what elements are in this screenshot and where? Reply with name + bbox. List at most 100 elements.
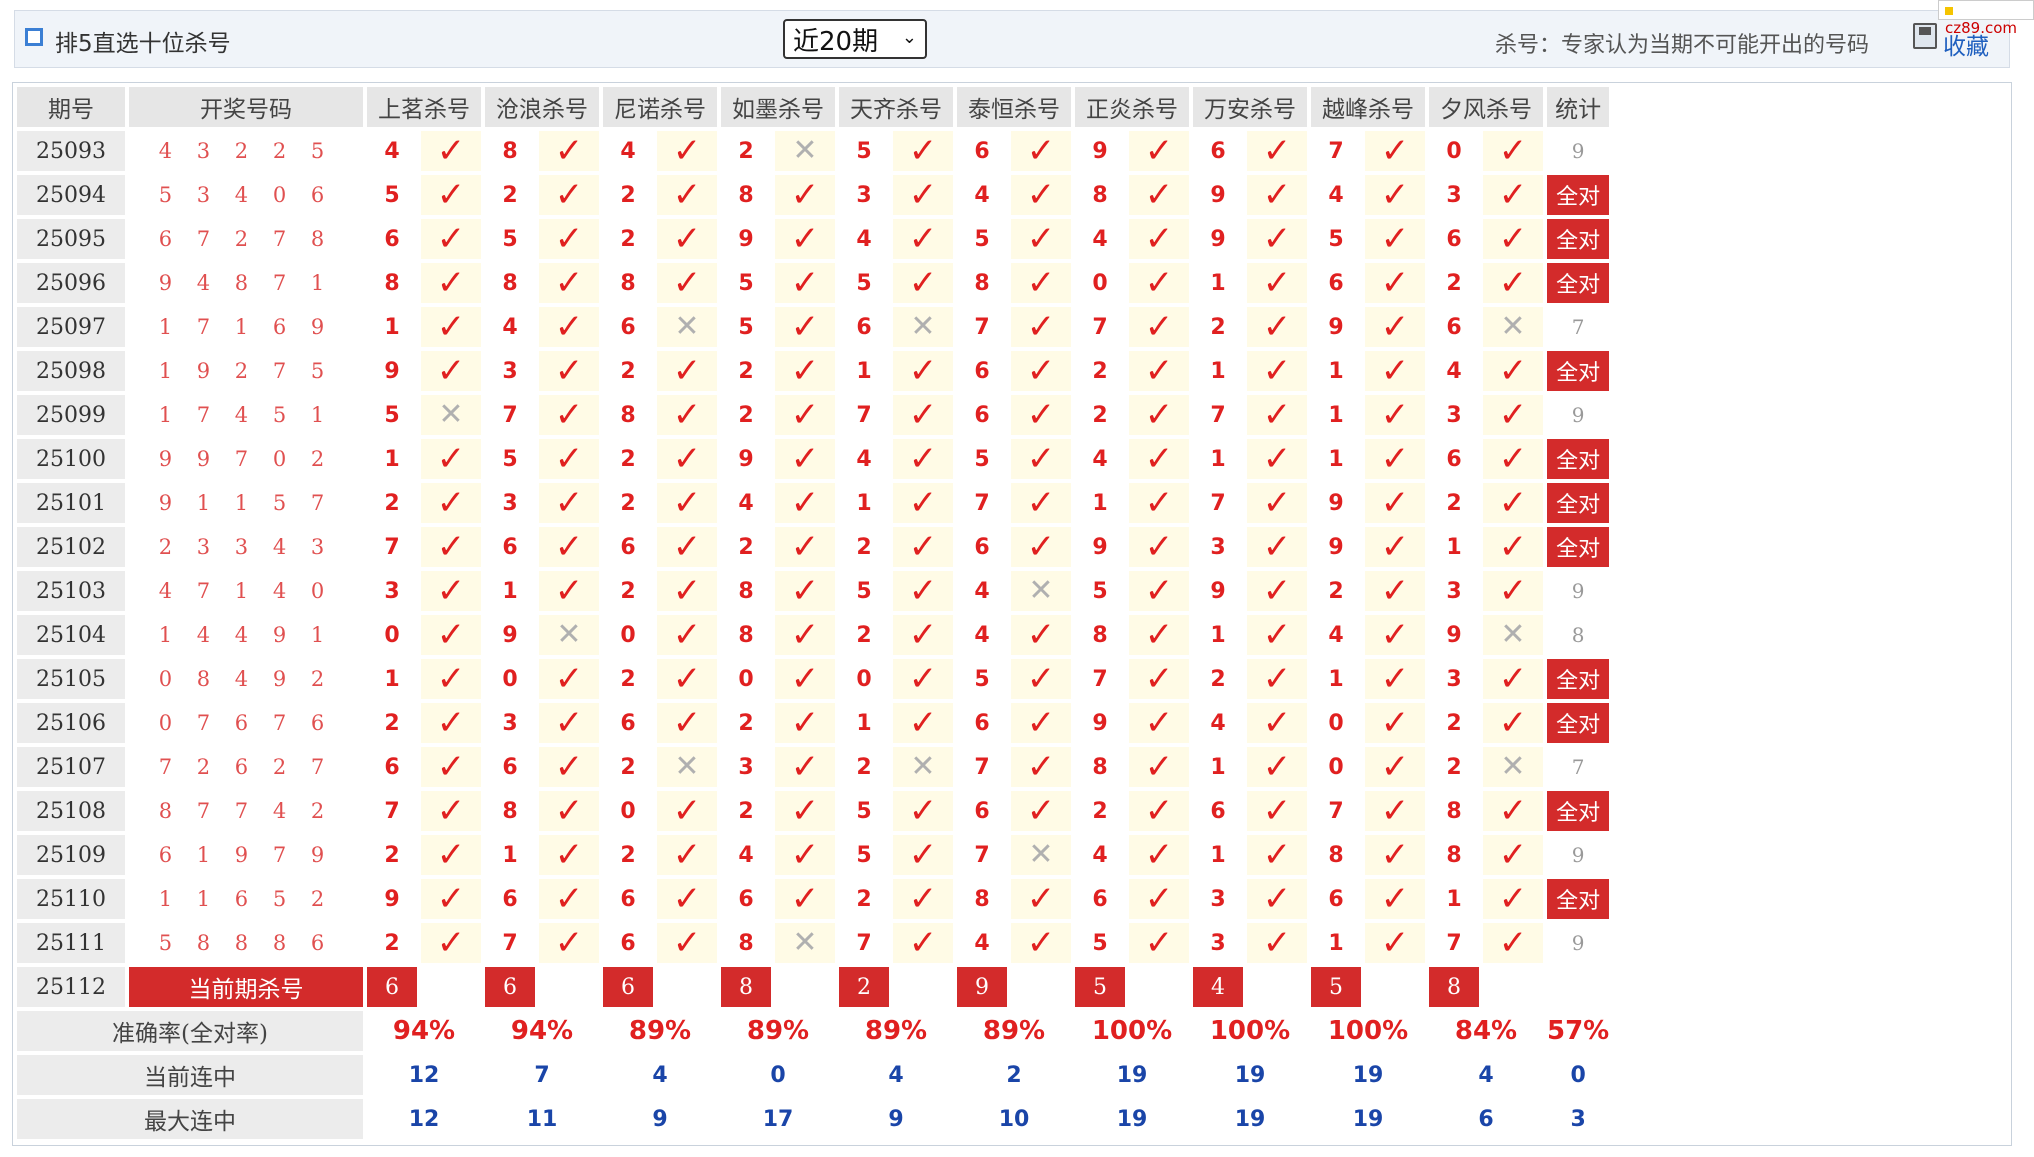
- check-icon: ✓: [1144, 703, 1174, 743]
- issue-cell: 25097: [17, 307, 125, 347]
- check-icon: ✓: [1380, 571, 1410, 611]
- hit-mark-cell: ✓: [775, 527, 835, 567]
- kill-number-cell: 8: [721, 175, 771, 215]
- kill-number-cell: 8: [957, 879, 1007, 919]
- kill-number-cell: 3: [1193, 923, 1243, 963]
- hit-mark-cell: ✓: [893, 175, 953, 215]
- check-icon: ✓: [1498, 439, 1528, 479]
- kill-number-cell: 6: [957, 703, 1007, 743]
- check-icon: ✓: [436, 791, 466, 831]
- check-icon: ✓: [1262, 395, 1292, 435]
- kill-number-cell: 2: [839, 527, 889, 567]
- kill-number-cell: 6: [957, 131, 1007, 171]
- issue-cell: 25108: [17, 791, 125, 831]
- check-icon: ✓: [1262, 747, 1292, 787]
- hit-mark-cell: ✓: [1129, 571, 1189, 611]
- draw-number-cell: 6 7 2 7 8: [129, 219, 363, 259]
- hit-mark-cell: ✓: [893, 219, 953, 259]
- kill-number-cell: 9: [485, 615, 535, 655]
- check-icon: ✓: [790, 615, 820, 655]
- kill-number-cell: 9: [367, 879, 417, 919]
- hit-mark-cell: ✓: [1247, 175, 1307, 215]
- check-icon: ✓: [790, 439, 820, 479]
- check-icon: ✓: [554, 703, 584, 743]
- kill-number-cell: 6: [1429, 219, 1479, 259]
- check-icon: ✓: [1380, 395, 1410, 435]
- check-icon: ✓: [908, 527, 938, 567]
- issue-cell: 25110: [17, 879, 125, 919]
- hit-mark-cell: ✓: [539, 219, 599, 259]
- kill-number-cell: 7: [1429, 923, 1479, 963]
- hit-mark-cell: ✓: [893, 395, 953, 435]
- check-icon: ✓: [1498, 351, 1528, 391]
- issue-cell: 25106: [17, 703, 125, 743]
- kill-number-cell: 1: [1429, 879, 1479, 919]
- kill-number-cell: 4: [721, 483, 771, 523]
- kill-number-cell: 5: [721, 307, 771, 347]
- kill-number-cell: 7: [485, 923, 535, 963]
- hit-mark-cell: ✓: [1129, 659, 1189, 699]
- hit-mark-cell: ✓: [775, 659, 835, 699]
- check-icon: ✓: [554, 219, 584, 259]
- check-icon: ✓: [1262, 351, 1292, 391]
- check-icon: ✓: [790, 307, 820, 347]
- kill-number-cell: 8: [485, 263, 535, 303]
- kill-number-cell: 6: [367, 747, 417, 787]
- kill-number-cell: 3: [1429, 175, 1479, 215]
- brand-badge: cz89.com: [1938, 0, 2034, 37]
- table-row: 25106 0 7 6 7 6 2 ✓ 3 ✓ 6 ✓ 2 ✓ 1 ✓ 6 ✓ 9 ✓ 4 ✓ 0 ✓ 2 ✓ 全对: [17, 703, 1610, 743]
- col-header-stats: 统计: [1547, 87, 1610, 127]
- kill-number-cell: 2: [367, 703, 417, 743]
- table-row: 25097 1 7 1 6 9 1 ✓ 4 ✓ 6 ✕ 5 ✓ 6 ✕ 7 ✓ 7 ✓ 2 ✓ 9 ✓ 6 ✕ 7: [17, 307, 1610, 347]
- kill-number-cell: 8: [1075, 615, 1125, 655]
- check-icon: ✓: [1380, 923, 1410, 963]
- table-row: 25109 6 1 9 7 9 2 ✓ 1 ✓ 2 ✓ 4 ✓ 5 ✓ 7 ✕ 4 ✓ 1 ✓ 8 ✓ 8 ✓ 9: [17, 835, 1610, 875]
- draw-number-cell: 1 7 4 5 1: [129, 395, 363, 435]
- check-icon: ✓: [790, 351, 820, 391]
- hit-mark-cell: ✓: [1365, 263, 1425, 303]
- kill-number-cell: 7: [367, 791, 417, 831]
- hit-mark-cell: ✓: [1129, 835, 1189, 875]
- hit-mark-cell: ✓: [1365, 351, 1425, 391]
- hit-mark-cell: ✓: [1247, 483, 1307, 523]
- hit-mark-cell: ✓: [539, 527, 599, 567]
- hit-mark-cell: ✓: [775, 351, 835, 391]
- max-streak-row: 最大连中 12 11 9 17 9 10 19 19 19 6 3: [17, 1099, 1610, 1139]
- kill-number-cell: 2: [603, 747, 653, 787]
- max-streak-row-total: 3: [1547, 1099, 1610, 1139]
- issue-cell: 25107: [17, 747, 125, 787]
- current-blank-cell: [1247, 967, 1307, 1007]
- hit-mark-cell: ✓: [421, 219, 481, 259]
- draw-number-cell: 5 3 4 0 6: [129, 175, 363, 215]
- hit-mark-cell: ✓: [775, 307, 835, 347]
- check-icon: ✓: [554, 879, 584, 919]
- kill-number-cell: 6: [1075, 879, 1125, 919]
- check-icon: ✓: [1144, 571, 1174, 611]
- check-icon: ✓: [1498, 923, 1528, 963]
- kill-number-cell: 2: [603, 483, 653, 523]
- miss-mark-cell: ✕: [1011, 571, 1071, 611]
- check-icon: ✓: [436, 659, 466, 699]
- miss-mark-cell: ✕: [657, 307, 717, 347]
- cross-icon: ✕: [674, 749, 700, 784]
- kill-number-cell: 4: [839, 439, 889, 479]
- check-icon: ✓: [790, 703, 820, 743]
- kill-number-cell: 2: [721, 527, 771, 567]
- check-icon: ✓: [1144, 351, 1174, 391]
- check-icon: ✓: [672, 571, 702, 611]
- hit-mark-cell: ✓: [1129, 175, 1189, 215]
- period-select[interactable]: 近20期 ⌄: [783, 19, 927, 59]
- kill-number-cell: 2: [721, 791, 771, 831]
- kill-number-cell: 5: [1075, 571, 1125, 611]
- kill-number-cell: 5: [839, 791, 889, 831]
- check-icon: ✓: [554, 175, 584, 215]
- kill-number-cell: 9: [721, 219, 771, 259]
- kill-number-cell: 2: [1429, 263, 1479, 303]
- hit-mark-cell: ✓: [657, 527, 717, 567]
- kill-number-cell: 6: [603, 527, 653, 567]
- check-icon: ✓: [554, 395, 584, 435]
- kill-number-cell: 9: [1075, 131, 1125, 171]
- save-icon[interactable]: [1913, 23, 1937, 49]
- stat-cell: 全对: [1547, 527, 1610, 567]
- kill-number-cell: 6: [957, 791, 1007, 831]
